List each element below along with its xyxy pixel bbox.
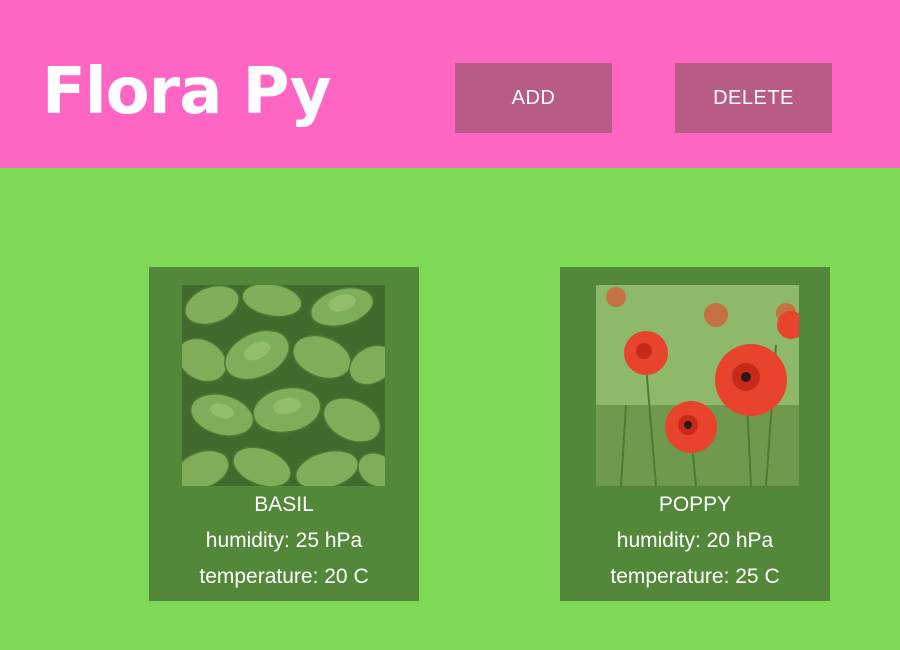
plant-temperature: temperature: 25 C — [610, 565, 780, 588]
delete-button[interactable]: DELETE — [675, 63, 832, 133]
app-header: Flora Py ADD DELETE — [0, 0, 900, 168]
plant-card-poppy[interactable]: POPPY humidity: 20 hPa temperature: 25 C — [560, 267, 830, 601]
plant-temperature: temperature: 20 C — [199, 565, 369, 588]
plant-humidity: humidity: 25 hPa — [205, 529, 363, 552]
basil-photo — [182, 285, 385, 486]
poppy-photo — [596, 285, 799, 486]
plant-name: POPPY — [658, 493, 732, 516]
add-button[interactable]: ADD — [455, 63, 612, 133]
plant-card-basil[interactable]: BASIL humidity: 25 hPa temperature: 20 C — [149, 267, 419, 601]
plant-name: BASIL — [254, 493, 314, 516]
plant-humidity: humidity: 20 hPa — [616, 529, 774, 552]
app-title: Flora Py — [42, 55, 331, 129]
